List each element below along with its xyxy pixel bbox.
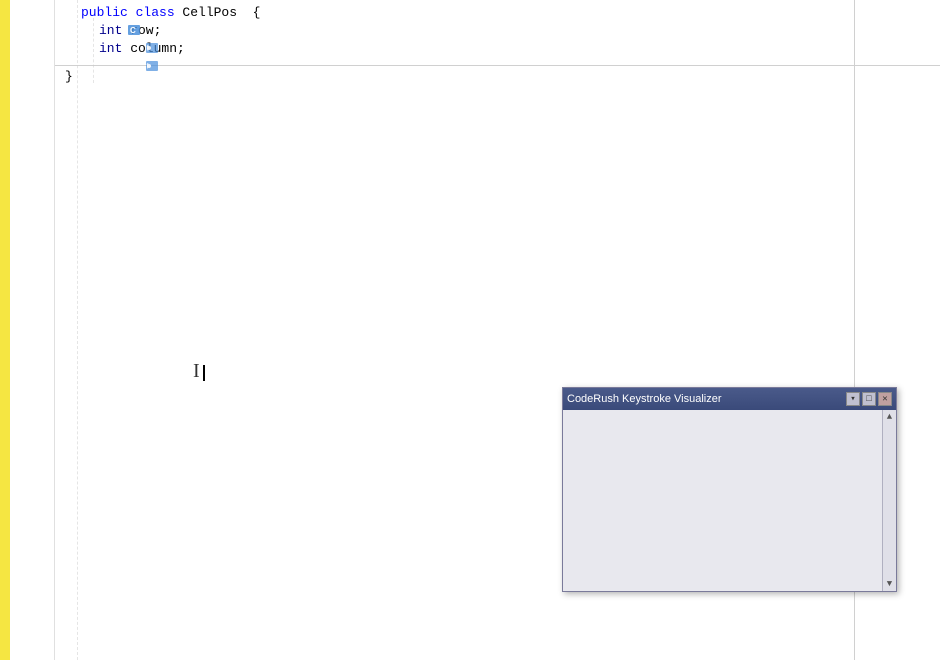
struct-line-vertical-1 <box>77 0 78 660</box>
code-line-1: C public class CellPos { <box>55 4 940 22</box>
restore-button[interactable]: □ <box>862 392 876 406</box>
close-button[interactable]: ✕ <box>878 392 892 406</box>
text-cursor <box>203 365 205 381</box>
minimize-icon: ▾ <box>850 394 855 404</box>
scroll-up-arrow[interactable]: ▲ <box>884 410 896 424</box>
coderush-title: CodeRush Keystroke Visualizer <box>567 393 721 405</box>
restore-icon: □ <box>866 394 871 404</box>
svg-text:C: C <box>130 26 136 35</box>
coderush-window-controls: ▾ □ ✕ <box>846 392 892 406</box>
coderush-window[interactable]: CodeRush Keystroke Visualizer ▾ □ ✕ ▲ ▼ <box>562 387 897 592</box>
cursor-ibeam: I <box>193 361 200 381</box>
svg-text:f: f <box>147 64 149 71</box>
class-icon: C <box>65 5 79 19</box>
coderush-titlebar: CodeRush Keystroke Visualizer ▾ □ ✕ <box>563 388 896 410</box>
code-line-4: } <box>55 68 940 86</box>
field-icon-2: f <box>83 41 97 55</box>
coderush-body: ▲ ▼ <box>563 410 896 591</box>
code-line-3: f int column; <box>55 40 940 58</box>
minimize-button[interactable]: ▾ <box>846 392 860 406</box>
svg-text:f: f <box>147 46 149 53</box>
gap-line <box>55 58 940 68</box>
coderush-scrollbar[interactable]: ▲ ▼ <box>882 410 896 591</box>
code-line-2: f int row; <box>55 22 940 40</box>
line-gutter <box>10 0 55 660</box>
scroll-track <box>883 424 896 577</box>
keyword-public: public class <box>81 4 175 22</box>
code-separator <box>55 65 940 66</box>
close-icon: ✕ <box>882 394 887 404</box>
left-margin-bar <box>0 0 10 660</box>
scroll-down-arrow[interactable]: ▼ <box>884 577 896 591</box>
closing-brace: } <box>65 68 73 86</box>
class-name: CellPos { <box>175 4 261 22</box>
field-icon-1: f <box>83 23 97 37</box>
